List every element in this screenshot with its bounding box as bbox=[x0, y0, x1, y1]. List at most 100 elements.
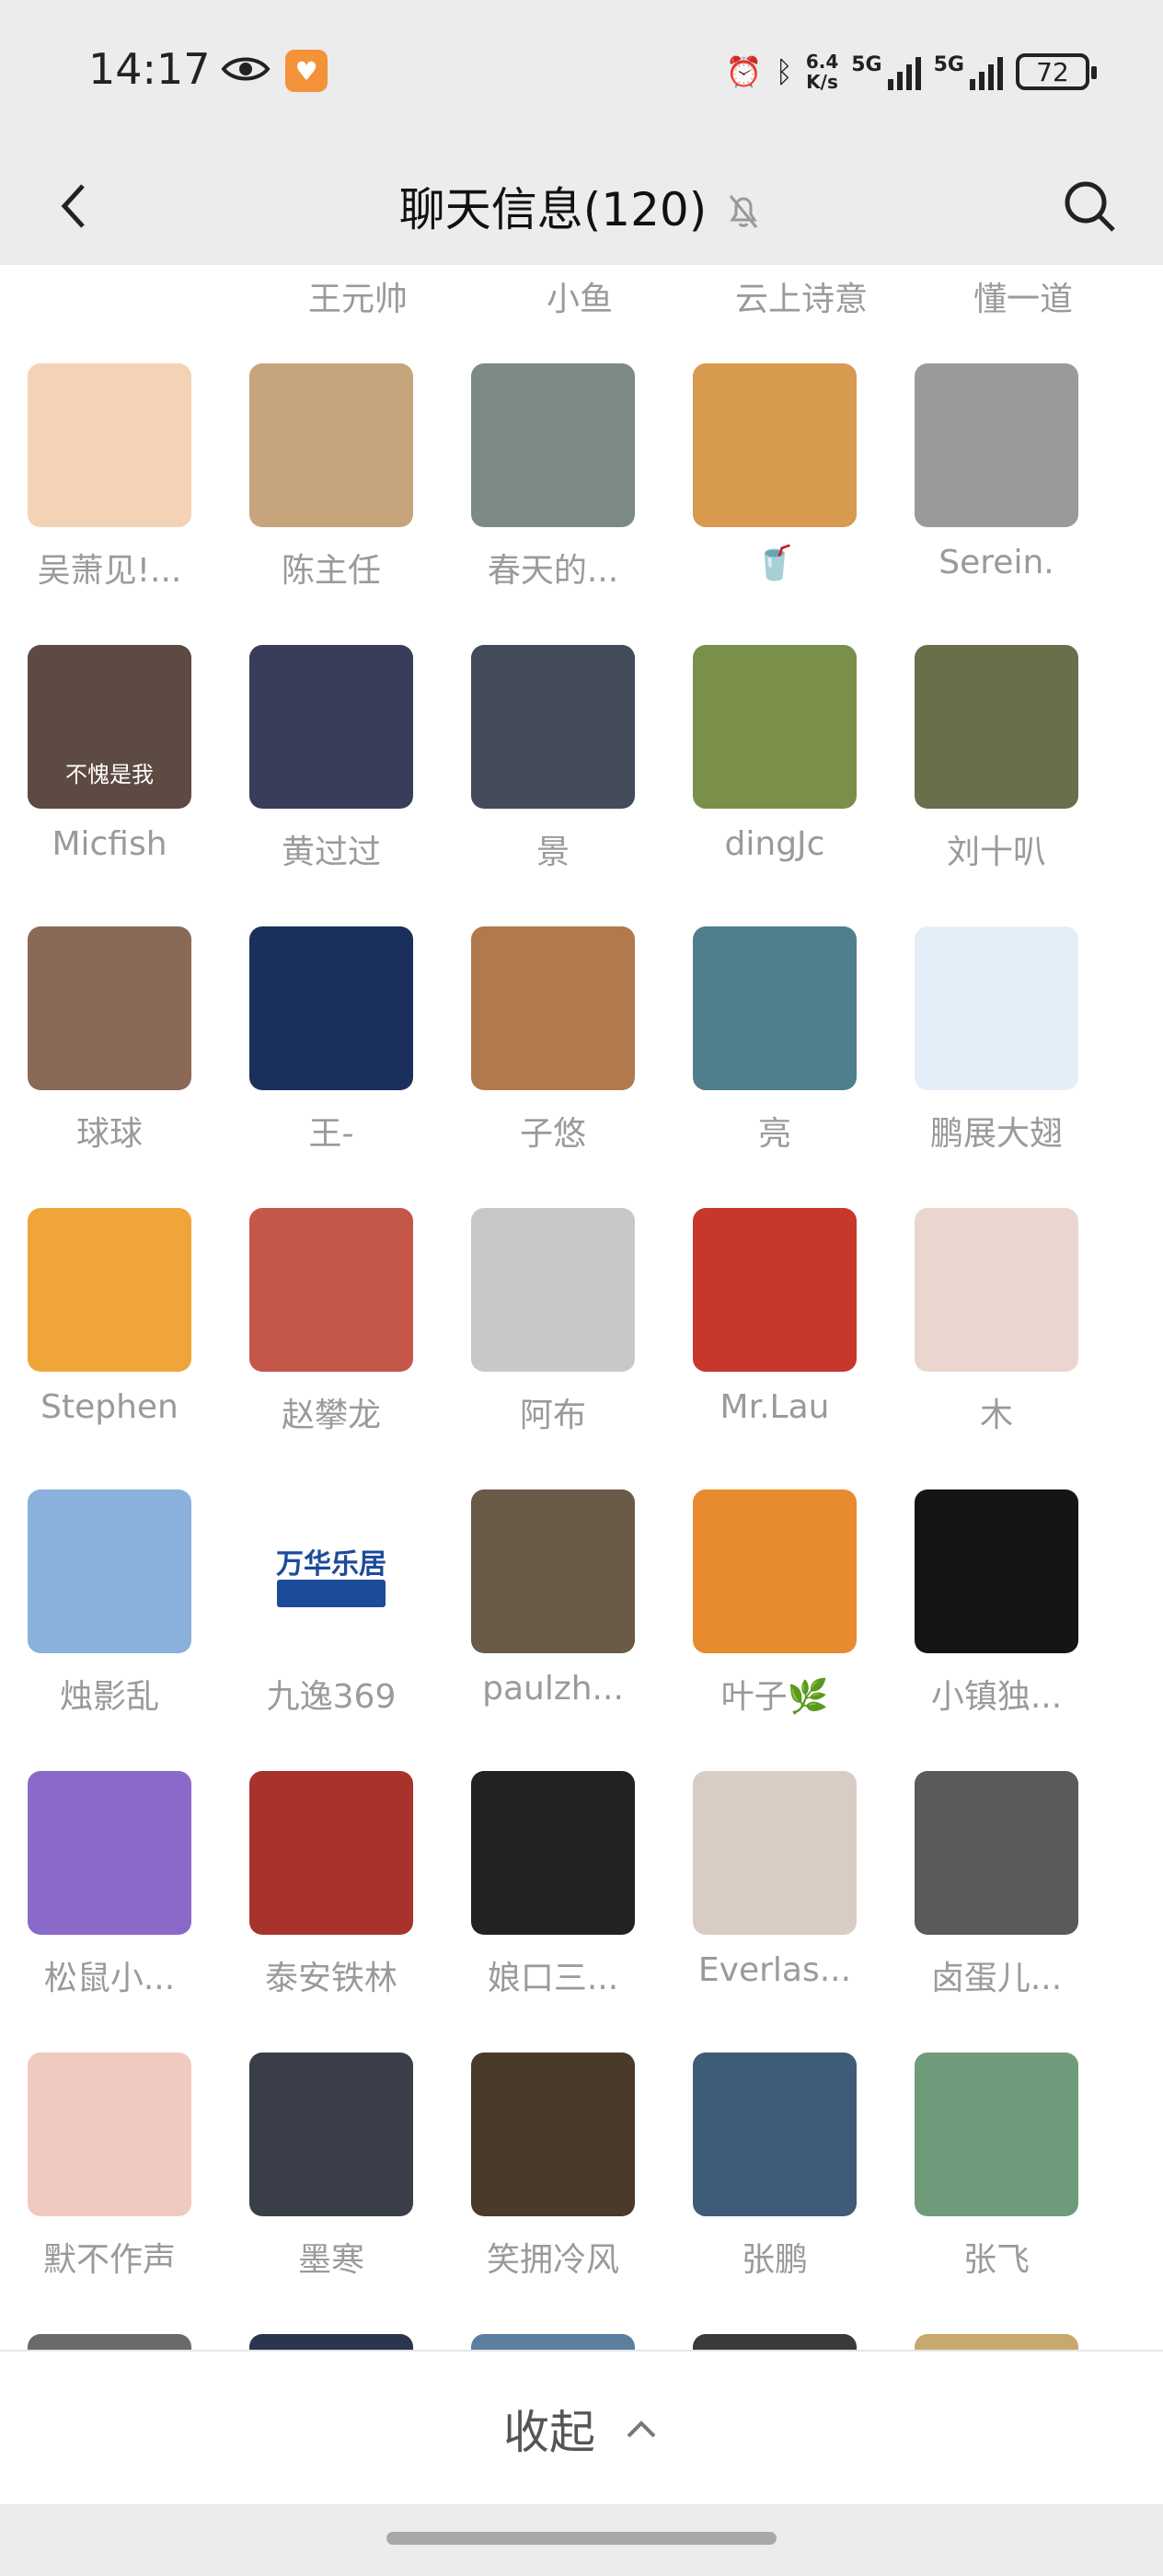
member-name: 九逸369 bbox=[266, 1678, 397, 1716]
back-button[interactable] bbox=[37, 169, 110, 243]
avatar[interactable] bbox=[915, 363, 1078, 527]
member-item[interactable]: 阿布 bbox=[443, 1208, 646, 1466]
member-item[interactable]: 球球 bbox=[0, 926, 202, 1184]
avatar[interactable] bbox=[249, 1208, 413, 1372]
avatar[interactable] bbox=[693, 2053, 857, 2216]
bell-off-icon bbox=[730, 195, 758, 228]
member-item[interactable]: 吴萧见!... bbox=[0, 363, 202, 621]
member-item[interactable]: 卤蛋儿... bbox=[887, 1771, 1089, 2029]
member-name-partial[interactable]: 王元帅 bbox=[248, 272, 467, 320]
member-name: Mr.Lau bbox=[720, 1388, 830, 1426]
avatar[interactable]: 万华乐居 bbox=[249, 1489, 413, 1653]
member-name: 陈主任 bbox=[281, 552, 381, 590]
avatar[interactable] bbox=[28, 1771, 191, 1935]
member-name: 子悠 bbox=[519, 1115, 586, 1153]
page-title-container: 聊天信息(120) bbox=[0, 147, 1163, 265]
member-item[interactable]: Everlas... bbox=[665, 1771, 868, 2029]
member-name: Serein. bbox=[938, 544, 1054, 581]
member-name-partial[interactable]: 懂一道 bbox=[914, 272, 1133, 320]
member-item[interactable]: Stephen bbox=[0, 1208, 202, 1466]
member-name-partial[interactable]: 云上诗意 bbox=[692, 272, 911, 320]
avatar[interactable] bbox=[915, 1489, 1078, 1653]
member-name: 笑拥冷风 bbox=[486, 2241, 619, 2279]
avatar[interactable] bbox=[28, 926, 191, 1090]
avatar[interactable] bbox=[471, 645, 635, 809]
avatar[interactable] bbox=[249, 926, 413, 1090]
member-item[interactable]: 王- bbox=[222, 926, 424, 1184]
avatar[interactable] bbox=[915, 645, 1078, 809]
member-item[interactable]: 松鼠小... bbox=[0, 1771, 202, 2029]
avatar[interactable]: 不愧是我 bbox=[28, 645, 191, 809]
member-item[interactable]: 鹏展大翅 bbox=[887, 926, 1089, 1184]
member-item[interactable]: 陈主任 bbox=[222, 363, 424, 621]
member-item[interactable]: 墨寒 bbox=[222, 2053, 424, 2310]
search-button[interactable] bbox=[1053, 169, 1126, 243]
member-item[interactable]: 张鹏 bbox=[665, 2053, 868, 2310]
member-name: 亮 bbox=[757, 1115, 791, 1153]
avatar-partial[interactable] bbox=[471, 2334, 635, 2350]
member-item[interactable]: dingJc bbox=[665, 645, 868, 903]
avatar[interactable] bbox=[471, 926, 635, 1090]
home-indicator[interactable] bbox=[386, 2532, 777, 2545]
avatar[interactable] bbox=[471, 1771, 635, 1935]
avatar-partial[interactable] bbox=[28, 2334, 191, 2350]
member-item[interactable]: 泰安铁林 bbox=[222, 1771, 424, 2029]
member-item[interactable]: 默不作声 bbox=[0, 2053, 202, 2310]
avatar[interactable] bbox=[693, 926, 857, 1090]
member-item[interactable]: Serein. bbox=[887, 363, 1089, 621]
avatar[interactable] bbox=[693, 1771, 857, 1935]
member-item[interactable]: 子悠 bbox=[443, 926, 646, 1184]
member-item[interactable]: 刘十叭 bbox=[887, 645, 1089, 903]
member-name: 松鼠小... bbox=[43, 1960, 176, 1997]
collapse-button[interactable]: 收起 bbox=[0, 2350, 1163, 2506]
member-name: 王- bbox=[308, 1115, 354, 1153]
avatar[interactable] bbox=[693, 363, 857, 527]
avatar[interactable] bbox=[249, 363, 413, 527]
member-item[interactable]: 烛影乱 bbox=[0, 1489, 202, 1747]
member-name-partial[interactable]: 小鱼 bbox=[470, 272, 689, 320]
avatar[interactable] bbox=[471, 1489, 635, 1653]
member-item[interactable]: 木 bbox=[887, 1208, 1089, 1466]
member-item[interactable]: 小镇独... bbox=[887, 1489, 1089, 1747]
avatar[interactable] bbox=[249, 645, 413, 809]
avatar[interactable] bbox=[915, 1771, 1078, 1935]
member-item[interactable]: 不愧是我 Micfish bbox=[0, 645, 202, 903]
avatar[interactable] bbox=[471, 363, 635, 527]
member-item[interactable]: 娘口三... bbox=[443, 1771, 646, 2029]
avatar[interactable] bbox=[693, 1489, 857, 1653]
member-item[interactable]: 景 bbox=[443, 645, 646, 903]
member-item[interactable]: 笑拥冷风 bbox=[443, 2053, 646, 2310]
avatar[interactable] bbox=[693, 1208, 857, 1372]
avatar[interactable] bbox=[249, 1771, 413, 1935]
page-title: 聊天信息(120) bbox=[398, 183, 708, 236]
member-item[interactable]: Mr.Lau bbox=[665, 1208, 868, 1466]
avatar[interactable] bbox=[471, 1208, 635, 1372]
chevron-left-icon bbox=[61, 184, 85, 228]
member-item[interactable]: 叶子🌿 bbox=[665, 1489, 868, 1747]
avatar[interactable] bbox=[915, 2053, 1078, 2216]
member-name: 刘十叭 bbox=[946, 834, 1046, 871]
member-item[interactable]: 春天的... bbox=[443, 363, 646, 621]
avatar[interactable] bbox=[693, 645, 857, 809]
avatar[interactable] bbox=[915, 1208, 1078, 1372]
member-item[interactable]: 黄过过 bbox=[222, 645, 424, 903]
avatar-partial[interactable] bbox=[249, 2334, 413, 2350]
avatar[interactable] bbox=[249, 2053, 413, 2216]
eye-icon bbox=[221, 57, 271, 81]
avatar-partial[interactable] bbox=[693, 2334, 857, 2350]
member-name: 景 bbox=[535, 834, 570, 871]
member-item[interactable]: 亮 bbox=[665, 926, 868, 1184]
avatar[interactable] bbox=[28, 2053, 191, 2216]
member-item[interactable]: 🥤 bbox=[665, 363, 868, 621]
member-item[interactable]: 赵攀龙 bbox=[222, 1208, 424, 1466]
avatar[interactable] bbox=[915, 926, 1078, 1090]
avatar-partial[interactable] bbox=[915, 2334, 1078, 2350]
avatar[interactable] bbox=[28, 1208, 191, 1372]
member-item[interactable]: paulzh... bbox=[443, 1489, 646, 1747]
avatar[interactable] bbox=[28, 1489, 191, 1653]
avatar[interactable] bbox=[28, 363, 191, 527]
signal-icon-sim2: 5G bbox=[934, 53, 1003, 90]
member-item[interactable]: 张飞 bbox=[887, 2053, 1089, 2310]
avatar[interactable] bbox=[471, 2053, 635, 2216]
member-item[interactable]: 万华乐居九逸369 bbox=[222, 1489, 424, 1747]
